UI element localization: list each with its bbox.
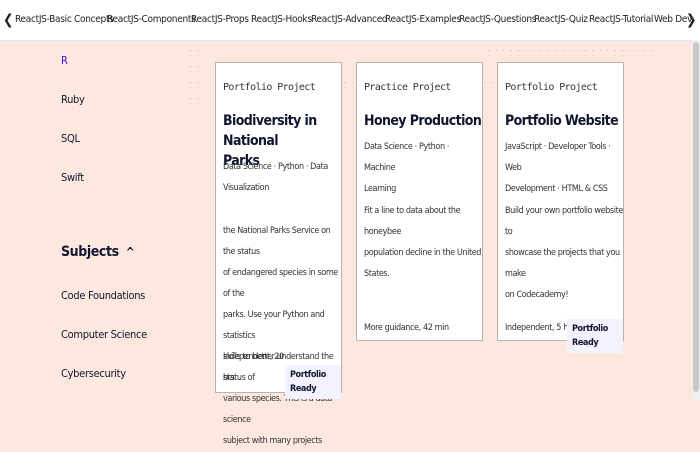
card-kind: Practice Project	[364, 82, 451, 93]
card-description: Fit a line to data about the honeybee po…	[364, 201, 482, 285]
card-tags-line: Data Science · Python · Machine	[364, 142, 450, 173]
sidebar-item-r[interactable]: R	[61, 54, 68, 68]
tab-reactjs-advanced[interactable]: ReactJS-Advanced	[311, 13, 388, 27]
card-description-line: showcase the projects that you make	[505, 248, 620, 279]
project-card-biodiversity[interactable]: Portfolio Project Biodiversity in Nation…	[215, 62, 342, 446]
tab-reactjs-hooks[interactable]: ReactJS-Hooks	[251, 13, 312, 27]
scroll-left-arrow-icon[interactable]: ❮	[3, 11, 14, 29]
card-meta: Independent, 20 hrs	[223, 347, 284, 389]
sidebar-item-sql[interactable]: SQL	[61, 132, 80, 146]
tab-reactjs-quiz[interactable]: ReactJS-Quiz	[534, 13, 588, 27]
card-description: the National Parks Service on the status…	[223, 221, 341, 452]
card-tags-line: JavaScript · Developer Tools · Web	[505, 142, 611, 173]
card-description-line: Build your own portfolio website to	[505, 206, 623, 237]
card-title-line: Portfolio Website	[505, 113, 619, 129]
decorative-dots: · · · · · · · · · · · · · · · · · · · · …	[488, 48, 656, 55]
tab-reactjs-examples[interactable]: ReactJS-Examples	[385, 13, 461, 27]
decorative-dots: · ·	[190, 48, 202, 55]
decorative-dots: · ·	[484, 80, 496, 87]
card-description-line: the National Parks Service on the status	[223, 226, 331, 257]
project-card-honey-production[interactable]: Practice Project Honey Production Data S…	[356, 62, 483, 341]
scroll-right-arrow-icon[interactable]: ❯	[686, 11, 697, 29]
card-title: Portfolio Website	[505, 111, 619, 131]
tab-reactjs-components[interactable]: ReactJS-Components	[107, 13, 196, 27]
card-tags: Data Science · Python · Machine Learning	[364, 137, 482, 200]
card-tags-line: Data Science · Python · Data	[223, 162, 328, 172]
vertical-scrollbar[interactable]	[692, 40, 700, 400]
decorative-dots: · ·	[190, 96, 202, 103]
project-card-portfolio-website[interactable]: Portfolio Project Portfolio Website Java…	[497, 62, 624, 353]
scrollbar-thumb[interactable]	[693, 42, 699, 392]
card-meta-line: Independent, 5 hrs	[505, 323, 575, 333]
card-title-line: Honey Production	[364, 113, 482, 129]
card-tags-line: Development · HTML & CSS	[505, 184, 608, 194]
tab-reactjs-tutorial[interactable]: ReactJS-Tutorial	[589, 13, 653, 27]
sidebar-item-computer-science[interactable]: Computer Science	[61, 328, 147, 342]
card-description-line: population decline in the United States.	[364, 248, 482, 279]
portfolio-ready-badge: Portfolio Ready	[285, 365, 341, 399]
tab-bar: ❮ ReactJS-Basic Concepts ReactJS-Compone…	[0, 0, 700, 41]
card-meta-line: Independent, 20	[223, 352, 284, 362]
card-tags-line: Visualization	[223, 183, 269, 193]
sidebar-item-ruby[interactable]: Ruby	[61, 93, 85, 107]
sidebar-item-code-foundations[interactable]: Code Foundations	[61, 289, 145, 303]
subjects-heading-label: Subjects	[61, 244, 119, 260]
card-title-line: Biodiversity in National	[223, 113, 317, 149]
chevron-up-icon: ^	[125, 245, 135, 259]
tab-reactjs-questions[interactable]: ReactJS-Questions	[459, 13, 536, 27]
decorative-dots: · ·	[190, 80, 202, 87]
tab-reactjs-props[interactable]: ReactJS-Props	[191, 13, 249, 27]
card-description-line: subject with many projects	[223, 436, 322, 446]
card-description: Build your own portfolio website to show…	[505, 201, 623, 306]
card-description-line: of endangered species in some of the	[223, 268, 338, 299]
card-kind: Portfolio Project	[505, 82, 598, 93]
card-meta-line: More guidance, 42 min	[364, 323, 449, 333]
sidebar-item-swift[interactable]: Swift	[61, 171, 84, 185]
card-kind: Portfolio Project	[223, 82, 316, 93]
card-meta: Independent, 5 hrs	[505, 318, 575, 339]
sidebar-item-cybersecurity[interactable]: Cybersecurity	[61, 367, 126, 381]
card-tags: Data Science · Python · Data Visualizati…	[223, 157, 328, 199]
decorative-dots: · ·	[344, 80, 356, 87]
card-title: Honey Production	[364, 111, 482, 131]
portfolio-ready-badge: Portfolio Ready	[567, 319, 623, 353]
card-meta-line: hrs	[223, 373, 235, 383]
card-description-line: parks. Use your Python and statistics	[223, 310, 325, 341]
card-tags: JavaScript · Developer Tools · Web Devel…	[505, 137, 623, 200]
tab-reactjs-basic-concepts[interactable]: ReactJS-Basic Concepts	[15, 13, 114, 27]
card-meta: More guidance, 42 min	[364, 318, 449, 339]
card-description-line: on Codecademy!	[505, 290, 569, 300]
subjects-heading[interactable]: Subjects ^	[61, 243, 135, 261]
card-description-line: Fit a line to data about the honeybee	[364, 206, 461, 237]
decorative-dots: · ·	[190, 64, 202, 71]
card-tags-line: Learning	[364, 184, 396, 194]
